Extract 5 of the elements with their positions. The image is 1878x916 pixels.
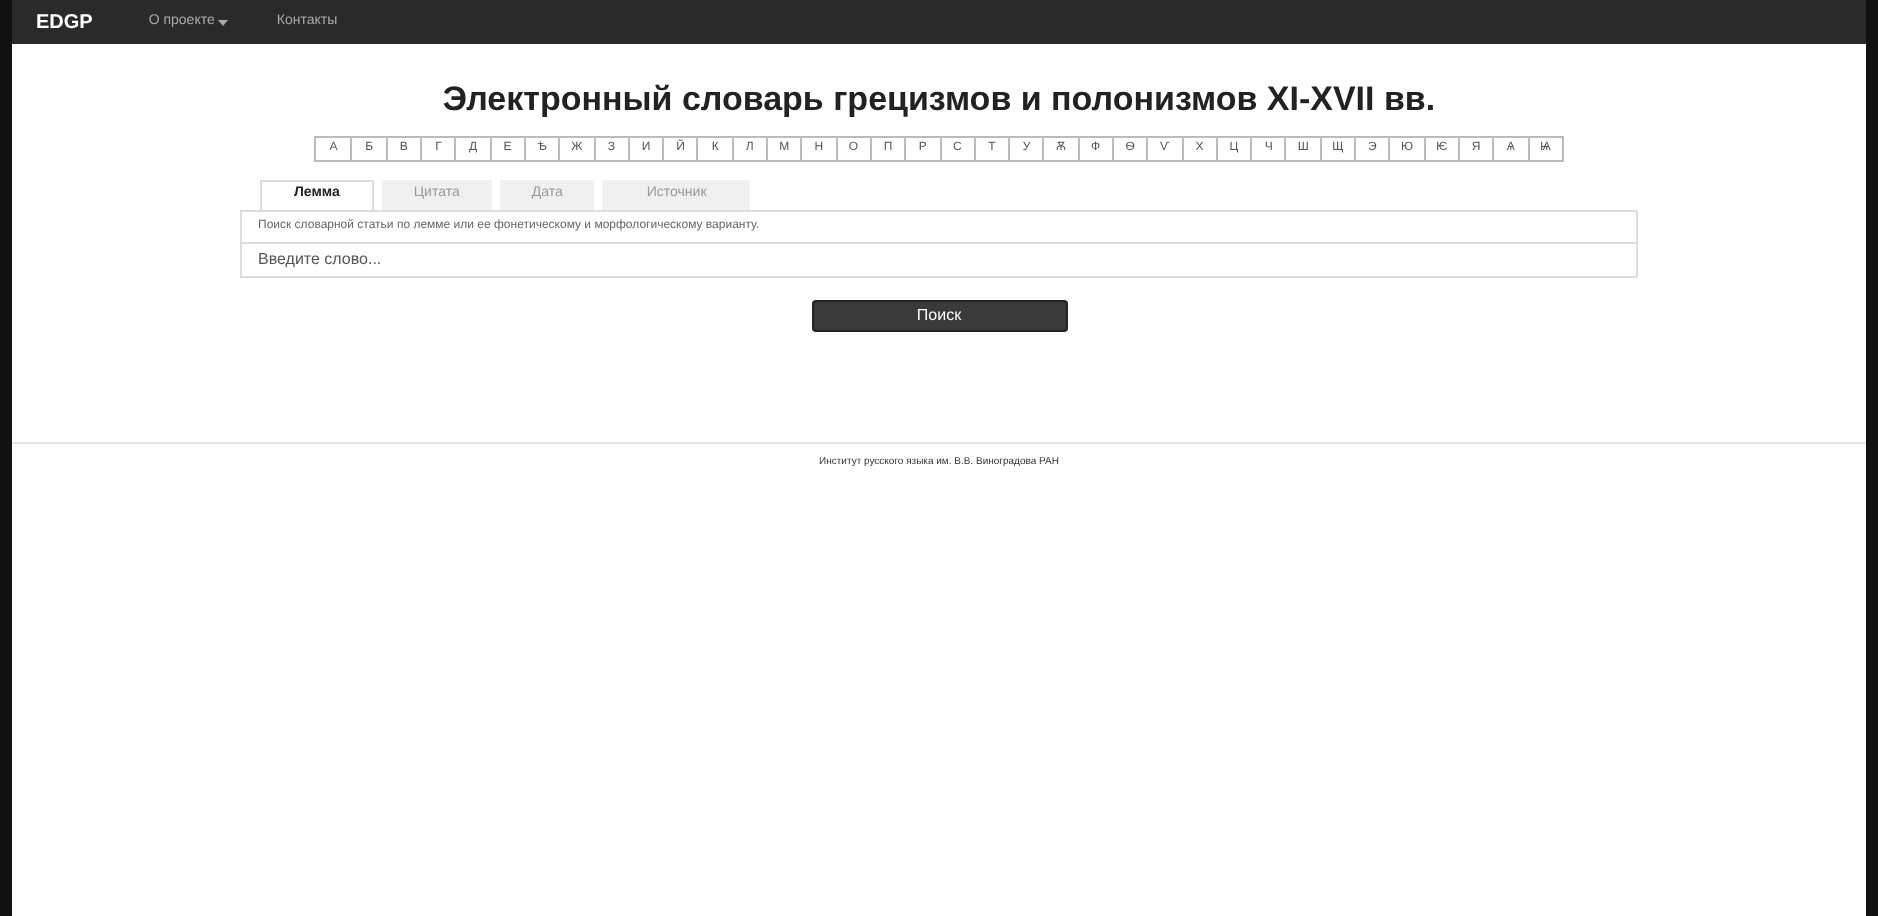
page-title: Электронный словарь грецизмов и полонизмов XI-XVII вв. bbox=[442, 78, 1436, 122]
search-button[interactable]: Поиск bbox=[811, 299, 1067, 331]
caret-icon bbox=[218, 19, 229, 25]
brand-link[interactable]: EDGP bbox=[36, 7, 93, 37]
search-field[interactable]: Введите слово... bbox=[240, 243, 1638, 277]
